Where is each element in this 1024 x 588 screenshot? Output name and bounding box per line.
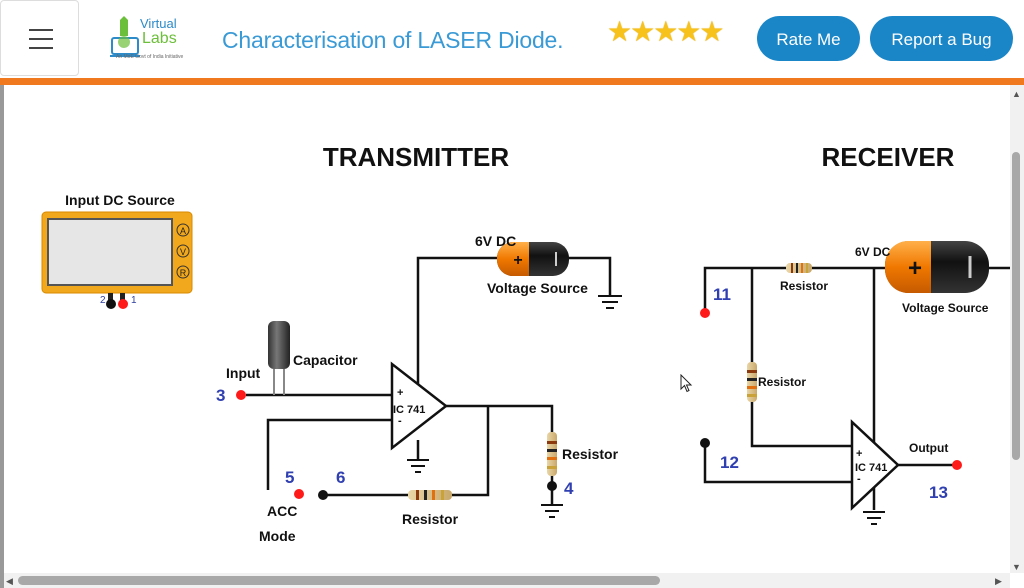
supply-label: 6V DC bbox=[475, 233, 516, 249]
page-title: Characterisation of LASER Diode. bbox=[222, 27, 564, 53]
simulation-canvas[interactable]: TRANSMITTER RECEIVER Input DC Source A V… bbox=[0, 85, 1010, 573]
svg-text:+: + bbox=[513, 252, 522, 269]
dc-source-label: Input DC Source bbox=[65, 192, 175, 208]
svg-text:-: - bbox=[398, 415, 402, 427]
capacitor-label: Capacitor bbox=[293, 352, 358, 368]
svg-text:+: + bbox=[397, 387, 403, 399]
resistor-icon[interactable] bbox=[747, 362, 757, 402]
svg-text:+: + bbox=[908, 255, 922, 282]
terminal-5[interactable] bbox=[294, 489, 304, 499]
terminal-3-label: 3 bbox=[216, 386, 225, 405]
resistor-label-bottom: Resistor bbox=[402, 511, 459, 527]
receiver-battery-label: Voltage Source bbox=[902, 301, 989, 315]
terminal-11[interactable] bbox=[700, 308, 710, 318]
terminal-13-label: 13 bbox=[929, 483, 948, 502]
input-dc-source-meter[interactable]: A V R 2 1 bbox=[41, 211, 193, 309]
capacitor-icon[interactable] bbox=[268, 321, 290, 395]
svg-text:+: + bbox=[856, 448, 862, 460]
meter-terminal-2[interactable] bbox=[106, 299, 116, 309]
header-divider bbox=[0, 78, 1024, 85]
svg-text:-: - bbox=[857, 473, 861, 485]
terminal-4[interactable] bbox=[547, 481, 557, 491]
rate-me-button[interactable]: Rate Me bbox=[757, 16, 860, 61]
scroll-left-icon[interactable]: ◀ bbox=[6, 576, 13, 586]
scroll-right-icon[interactable]: ▶ bbox=[995, 576, 1002, 586]
mouse-cursor-icon bbox=[680, 374, 693, 393]
resistor-icon[interactable] bbox=[547, 432, 557, 476]
terminal-6[interactable] bbox=[318, 490, 328, 500]
terminal-6-label: 6 bbox=[336, 468, 345, 487]
circuit-diagram: TRANSMITTER RECEIVER Input DC Source A V… bbox=[41, 142, 1010, 544]
battery-icon[interactable]: + bbox=[885, 241, 989, 293]
meter-button-a[interactable]: A bbox=[180, 226, 186, 236]
logo-text-labs: Labs bbox=[142, 30, 177, 47]
meter-button-v[interactable]: V bbox=[180, 247, 186, 257]
terminal-13[interactable] bbox=[952, 460, 962, 470]
resistor-label-right: Resistor bbox=[562, 446, 619, 462]
meter-button-r[interactable]: R bbox=[180, 268, 187, 278]
hamburger-icon bbox=[29, 29, 53, 31]
resistor-mid-label: Resistor bbox=[758, 375, 806, 389]
resistor-icon[interactable] bbox=[786, 263, 812, 273]
left-border bbox=[0, 85, 4, 588]
resistor-icon[interactable] bbox=[408, 490, 452, 500]
svg-text:2: 2 bbox=[100, 295, 106, 306]
mode-label: Mode bbox=[259, 528, 296, 544]
transmitter-heading: TRANSMITTER bbox=[323, 142, 510, 172]
menu-button[interactable] bbox=[0, 0, 79, 76]
logo-tagline: An MoE Govt of India Initiative bbox=[116, 54, 184, 60]
terminal-12[interactable] bbox=[700, 438, 710, 448]
scroll-up-icon[interactable]: ▲ bbox=[1012, 89, 1021, 99]
input-label: Input bbox=[226, 365, 261, 381]
output-label: Output bbox=[909, 441, 948, 455]
terminal-5-label: 5 bbox=[285, 468, 294, 487]
top-header: Virtual Labs An MoE Govt of India Initia… bbox=[0, 0, 1024, 78]
terminal-11-label: 11 bbox=[713, 285, 731, 304]
horizontal-scroll-thumb[interactable] bbox=[18, 576, 660, 585]
logo-text-virtual: Virtual bbox=[140, 16, 177, 31]
terminal-4-label: 4 bbox=[564, 479, 574, 498]
resistor-top-label: Resistor bbox=[780, 279, 828, 293]
svg-text:1: 1 bbox=[131, 295, 137, 306]
receiver-heading: RECEIVER bbox=[822, 142, 955, 172]
report-bug-button[interactable]: Report a Bug bbox=[870, 16, 1013, 61]
acc-label: ACC bbox=[267, 503, 297, 519]
receiver-supply-label: 6V DC bbox=[855, 245, 891, 259]
meter-terminal-1[interactable] bbox=[118, 299, 128, 309]
vertical-scroll-thumb[interactable] bbox=[1012, 152, 1020, 460]
ground-icon bbox=[863, 511, 885, 525]
rating-stars[interactable]: ★★★★★ bbox=[607, 17, 725, 47]
battery-label: Voltage Source bbox=[487, 280, 588, 296]
scroll-down-icon[interactable]: ▼ bbox=[1012, 562, 1021, 572]
terminal-12-label: 12 bbox=[720, 453, 739, 472]
terminal-3[interactable] bbox=[236, 390, 246, 400]
